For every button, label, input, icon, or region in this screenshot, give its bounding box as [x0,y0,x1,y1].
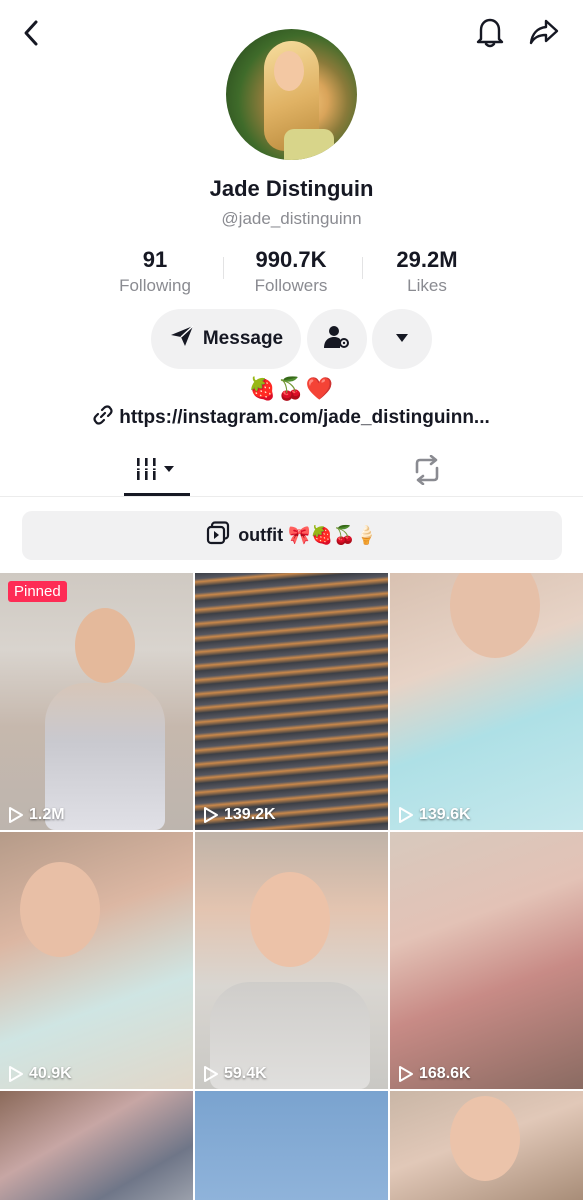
bio-emojis: 🍓🍒❤️ [248,376,335,401]
video-views-count: 139.2K [224,806,276,823]
video-views: 139.6K [398,806,471,824]
tile-thumbnail-figure [450,1096,520,1181]
video-grid: Pinned 1.2M 139.2K 139.6K 40.9K 59.4K 16… [0,573,583,1200]
video-tile[interactable]: 59.4K [195,832,388,1089]
stat-following[interactable]: 91 Following [90,247,220,296]
link-icon [93,405,113,431]
video-tile[interactable] [390,1091,583,1200]
play-icon [399,807,413,823]
active-tab-indicator [124,493,190,496]
play-icon [204,1066,218,1082]
video-views: 168.6K [398,1065,471,1083]
video-views: 40.9K [8,1065,72,1083]
profile-handle: @jade_distinguinn [221,209,362,228]
stats-row: 91 Following 990.7K Followers 29.2M Like… [0,247,583,297]
video-tile[interactable]: 139.2K [195,573,388,830]
avatar-top [284,129,334,160]
back-arrow-icon[interactable] [14,16,48,50]
stat-following-label: Following [119,276,191,295]
tile-thumbnail-figure [20,862,100,957]
play-icon [399,1066,413,1082]
play-icon [9,807,23,823]
stat-likes[interactable]: 29.2M Likes [362,247,492,296]
bell-icon[interactable] [472,14,508,50]
profile-link[interactable]: https://instagram.com/jade_distinguinn..… [0,405,583,431]
profile-name: Jade Distinguin [209,176,374,201]
chevron-down-icon [395,330,409,348]
pinned-badge: Pinned [8,581,67,602]
stat-followers-label: Followers [254,276,328,295]
tab-videos[interactable] [124,445,190,497]
send-icon [169,324,195,354]
message-button-label: Message [202,328,284,349]
video-tile[interactable]: 139.6K [390,573,583,830]
video-views-count: 1.2M [29,806,65,823]
avatar-face [274,51,304,91]
tile-thumbnail-figure [450,573,540,658]
message-button[interactable]: Message [151,309,301,369]
play-icon [9,1066,23,1082]
profile-tabs [0,445,583,497]
tile-thumbnail-figure [75,608,135,683]
stat-likes-label: Likes [407,276,447,295]
stat-followers-count: 990.7K [255,247,327,272]
video-views: 139.2K [203,806,276,824]
follow-settings-button[interactable] [307,309,367,369]
video-views-count: 168.6K [419,1065,471,1082]
stat-divider [223,257,224,279]
stat-followers[interactable]: 990.7K Followers [226,247,356,296]
video-views: 1.2M [8,806,65,824]
video-views-count: 139.6K [419,806,471,823]
tab-reposts[interactable] [404,451,450,493]
user-settings-icon [323,324,351,355]
video-tile[interactable] [0,1091,193,1200]
video-tile[interactable]: 168.6K [390,832,583,1089]
play-icon [204,807,218,823]
tile-thumbnail-figure [250,872,330,967]
video-tile[interactable] [195,1091,388,1200]
repost-icon [411,454,443,490]
share-icon[interactable] [526,14,562,50]
video-views-count: 40.9K [29,1065,72,1082]
video-views-count: 59.4K [224,1065,267,1082]
profile-link-text: https://instagram.com/jade_distinguinn..… [119,407,490,428]
stat-following-count: 91 [142,247,168,272]
profile-actions: Message [0,309,583,369]
more-button[interactable] [372,309,432,369]
stat-likes-count: 29.2M [396,247,458,272]
video-views: 59.4K [203,1065,267,1083]
playlist-icon [206,521,230,550]
grid-icon [135,456,179,487]
playlist-title: outfit 🎀🍓🍒🍦 [238,525,378,545]
video-tile[interactable]: 40.9K [0,832,193,1089]
playlist-outfit[interactable]: outfit 🎀🍓🍒🍦 [22,511,562,560]
avatar[interactable] [226,29,357,160]
video-tile[interactable]: Pinned 1.2M [0,573,193,830]
